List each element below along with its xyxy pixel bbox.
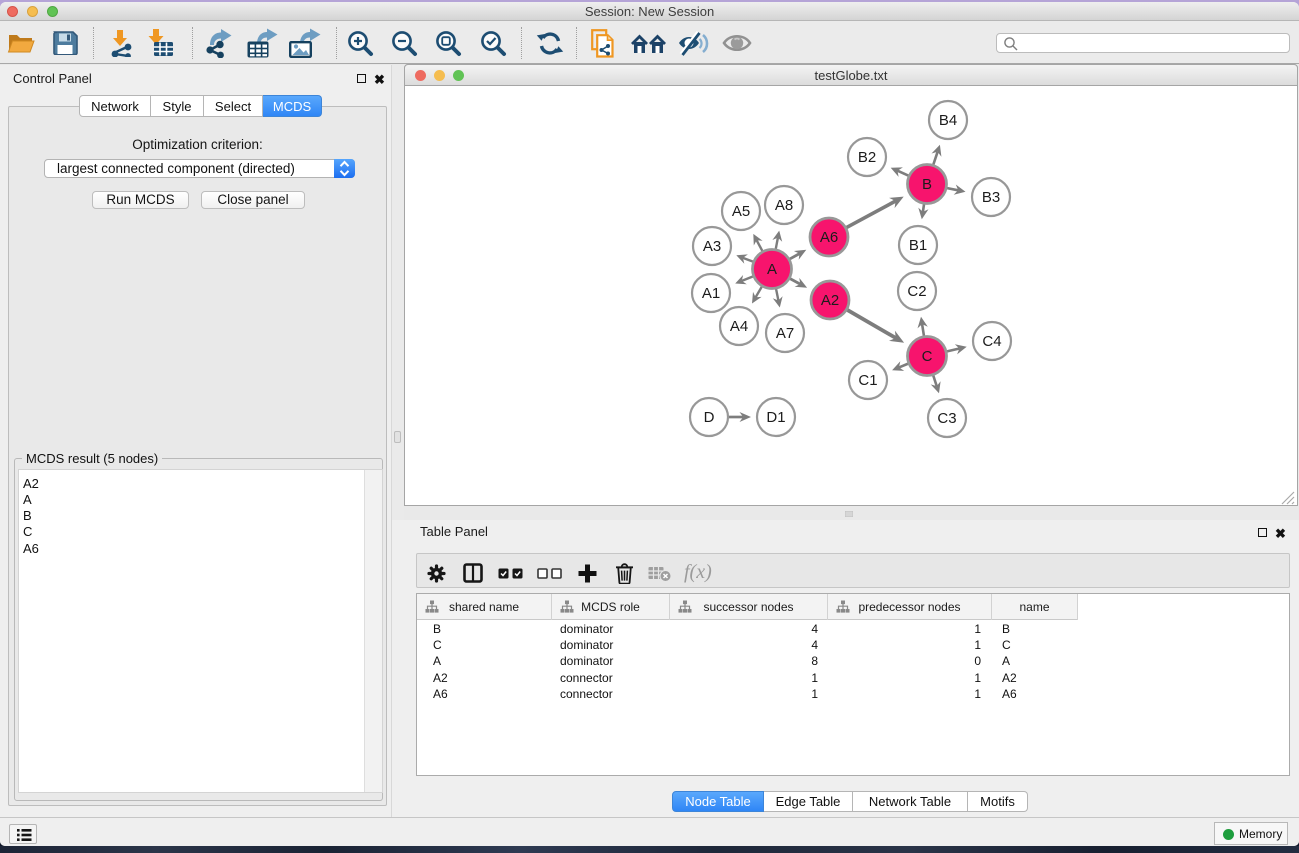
svg-text:A5: A5 [732,203,750,220]
svg-text:B2: B2 [858,149,876,166]
svg-text:C3: C3 [937,410,956,427]
svg-text:C2: C2 [907,283,926,300]
svg-text:A: A [767,261,777,278]
svg-text:A6: A6 [820,229,838,246]
svg-text:C1: C1 [858,372,877,389]
svg-text:D: D [704,409,715,426]
svg-text:B3: B3 [982,189,1000,206]
svg-text:B: B [922,176,932,193]
svg-text:A1: A1 [702,285,720,302]
svg-text:A2: A2 [821,292,839,309]
svg-text:A7: A7 [776,325,794,342]
svg-text:A3: A3 [703,238,721,255]
svg-text:A4: A4 [730,318,748,335]
svg-text:B4: B4 [939,112,957,129]
svg-text:A8: A8 [775,197,793,214]
svg-text:C: C [922,348,933,365]
svg-text:B1: B1 [909,237,927,254]
svg-text:C4: C4 [982,333,1001,350]
svg-text:D1: D1 [766,409,785,426]
